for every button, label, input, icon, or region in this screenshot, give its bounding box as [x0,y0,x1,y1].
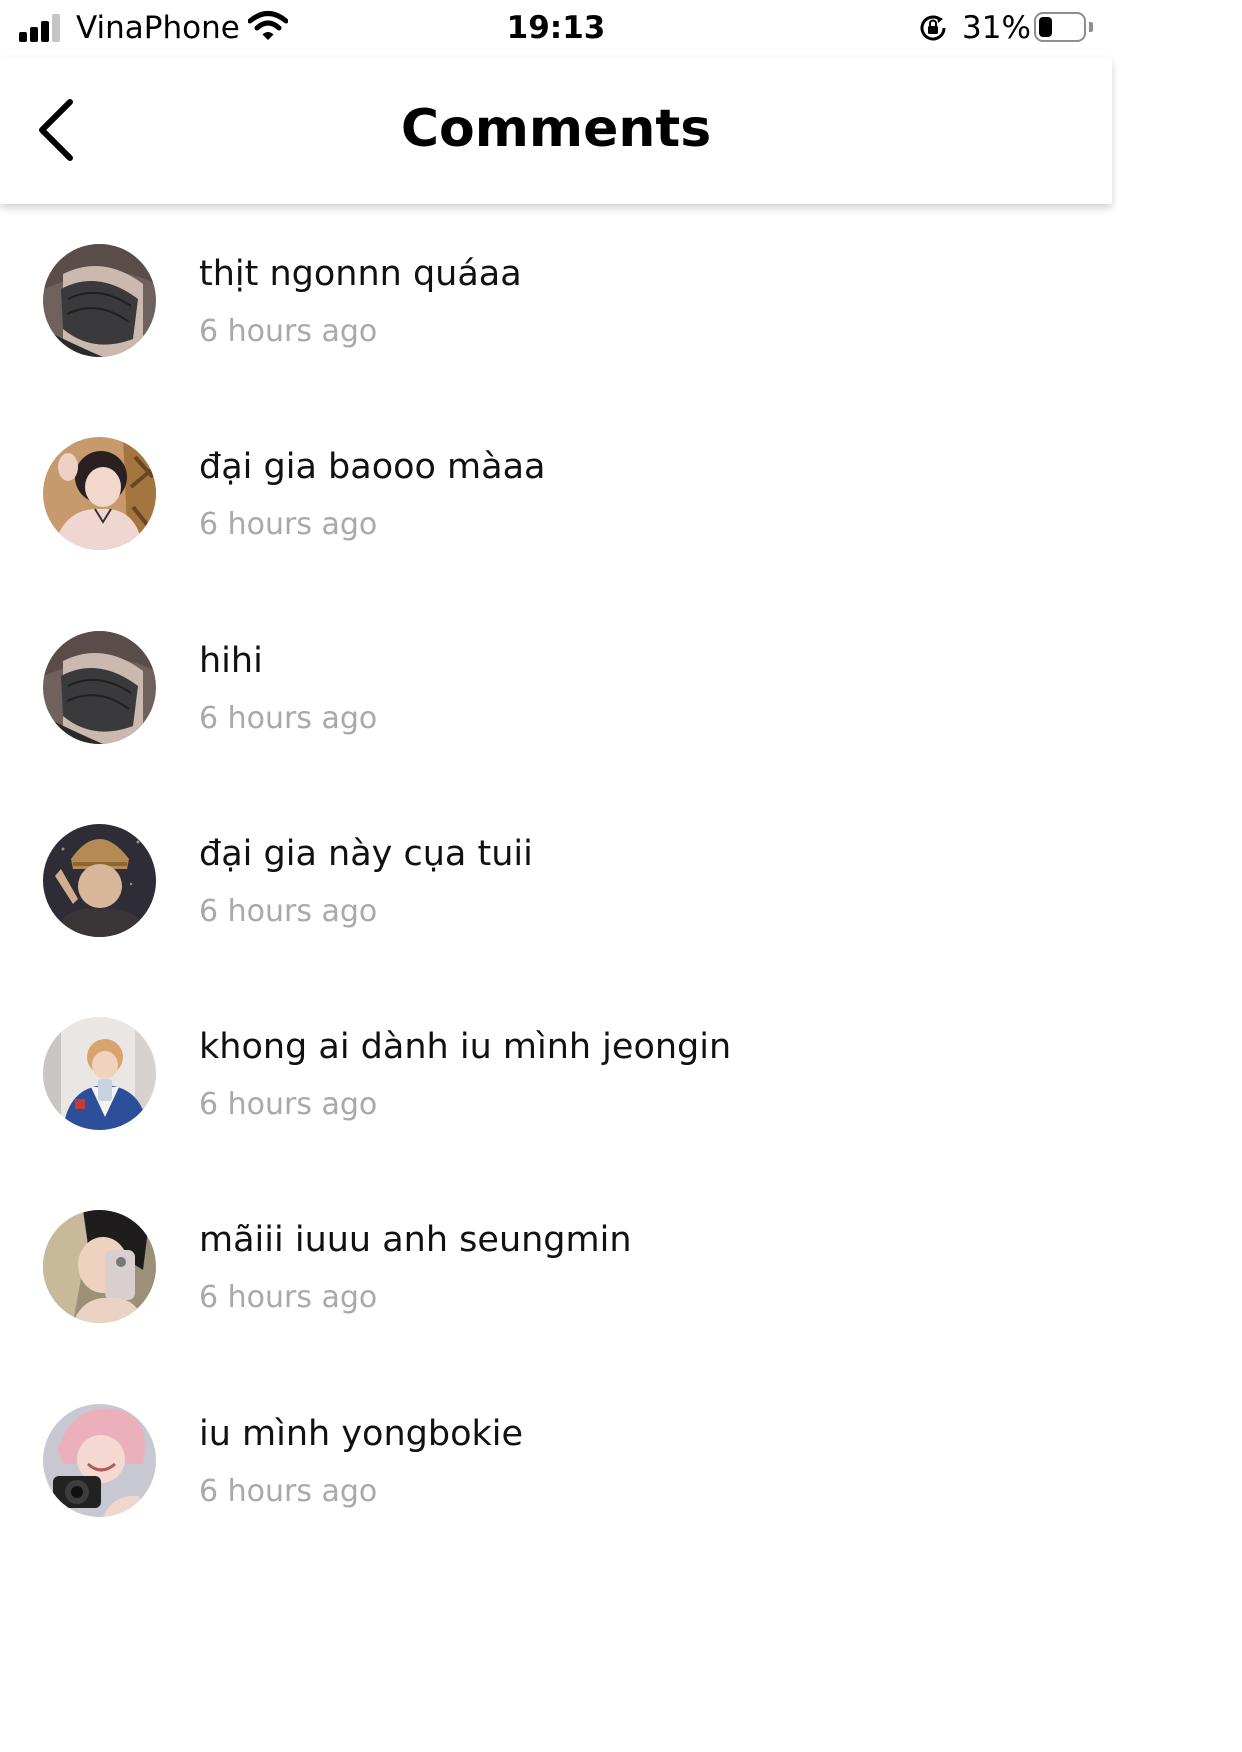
comment-text: đại gia baooo màaa [199,447,546,488]
avatar[interactable] [43,244,156,357]
comment-timestamp: 6 hours ago [199,1280,378,1316]
comment-timestamp: 6 hours ago [199,314,378,349]
comment-timestamp: 6 hours ago [199,893,378,929]
avatar[interactable] [43,630,156,744]
avatar[interactable] [43,823,156,937]
comment-text: iu mình yongbokie [199,1413,524,1454]
comment-item[interactable]: khong ai dành iu mình jeongin 6 hours ag… [0,977,1112,1170]
header: Comments [0,58,1112,204]
comment-item[interactable]: mãiii iuuu anh seungmin 6 hours ago [0,1170,1112,1363]
comment-timestamp: 6 hours ago [199,1473,378,1509]
rotation-lock-icon [920,15,946,41]
comment-item[interactable]: iu mình yongbokie 6 hours ago [0,1364,1112,1557]
comment-text: thịt ngonnn quáaa [199,254,522,294]
comment-timestamp: 6 hours ago [199,1087,378,1123]
comment-timestamp: 6 hours ago [199,700,378,736]
avatar[interactable] [43,1403,156,1517]
comment-text: đại gia này cụa tuii [199,833,533,874]
comment-text: mãiii iuuu anh seungmin [199,1220,632,1261]
comment-list[interactable]: thịt ngonnn quáaa 6 hours ago đại gia ba… [0,204,1112,1568]
comment-text: hihi [199,640,263,681]
avatar[interactable] [43,1210,156,1324]
comment-item[interactable]: đại gia này cụa tuii 6 hours ago [0,784,1112,977]
comment-timestamp: 6 hours ago [199,507,378,543]
comment-item[interactable]: đại gia baooo màaa 6 hours ago [0,397,1112,590]
avatar[interactable] [43,437,156,551]
page-title: Comments [400,99,712,159]
battery-percent: 31% [962,10,1031,46]
status-bar: VinaPhone 19:13 31% [0,0,1112,58]
battery-icon [1034,12,1093,42]
avatar[interactable] [43,1017,156,1131]
comment-item[interactable]: thịt ngonnn quáaa 6 hours ago [0,204,1112,397]
comment-text: khong ai dành iu mình jeongin [199,1027,732,1068]
comment-item[interactable]: hihi 6 hours ago [0,591,1112,784]
